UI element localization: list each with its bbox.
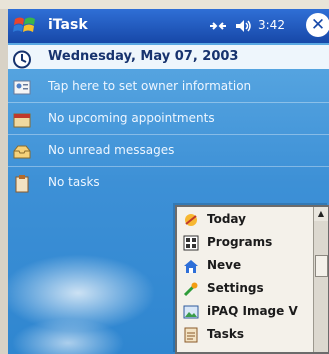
title-bar: iTask 3:42 ✕	[8, 9, 329, 43]
clock-icon	[13, 50, 31, 69]
menu-item-label: Programs	[207, 235, 273, 249]
today-date-text: Wednesday, May 07, 2003	[48, 49, 239, 64]
menu-item-neve[interactable]: Neve	[177, 255, 311, 277]
settings-icon	[183, 282, 198, 297]
menu-item-label: Tasks	[207, 327, 245, 341]
divider	[8, 134, 329, 135]
pocketpc-screen: iTask 3:42 ✕ Wednesday, May 07, 2003 Tap…	[0, 0, 329, 354]
menu-item-label: Neve	[207, 258, 242, 272]
menu-item-today[interactable]: Today	[177, 209, 311, 231]
programs-icon	[183, 235, 199, 251]
windows-flag-icon[interactable]	[12, 13, 38, 39]
tasks-text: No tasks	[48, 175, 100, 189]
tasks-clipboard-icon	[15, 175, 29, 193]
menu-scrollbar[interactable]: ▲	[313, 207, 328, 352]
messages-row[interactable]: No unread messages	[8, 137, 329, 166]
menu-item-label: Settings	[207, 281, 264, 295]
divider	[8, 166, 329, 167]
inbox-icon	[13, 145, 31, 159]
menu-item-label: iPAQ Image V	[207, 304, 298, 318]
image-icon	[183, 305, 199, 319]
close-button[interactable]: ✕	[306, 13, 329, 37]
calendar-icon	[13, 113, 31, 128]
scroll-up-arrow-icon[interactable]: ▲	[314, 207, 328, 221]
today-date-row[interactable]: Wednesday, May 07, 2003	[8, 45, 329, 69]
appointments-text: No upcoming appointments	[48, 111, 215, 125]
tasks-icon	[184, 327, 198, 343]
scroll-thumb[interactable]	[315, 255, 328, 277]
today-icon	[185, 214, 197, 226]
appointments-row[interactable]: No upcoming appointments	[8, 105, 329, 134]
volume-icon[interactable]	[234, 17, 252, 35]
menu-item-label: Today	[207, 212, 246, 226]
menu-item-tasks[interactable]: Tasks	[177, 324, 311, 346]
connectivity-icon[interactable]	[208, 17, 228, 35]
messages-text: No unread messages	[48, 143, 175, 157]
menu-item-ipaq-image-viewer[interactable]: iPAQ Image V	[177, 301, 311, 323]
house-icon	[184, 260, 198, 273]
top-frame-strip	[0, 0, 329, 9]
start-menu: Today Programs Neve Settings iPAQ Image …	[175, 205, 329, 354]
clock[interactable]: 3:42	[258, 18, 285, 32]
owner-card-icon	[13, 80, 31, 95]
app-title: iTask	[48, 17, 88, 33]
menu-item-settings[interactable]: Settings	[177, 278, 311, 300]
owner-info-text: Tap here to set owner information	[48, 79, 252, 93]
divider	[8, 102, 329, 103]
owner-info-row[interactable]: Tap here to set owner information	[8, 73, 329, 102]
menu-item-programs[interactable]: Programs	[177, 232, 311, 254]
tasks-row[interactable]: No tasks	[8, 169, 329, 198]
